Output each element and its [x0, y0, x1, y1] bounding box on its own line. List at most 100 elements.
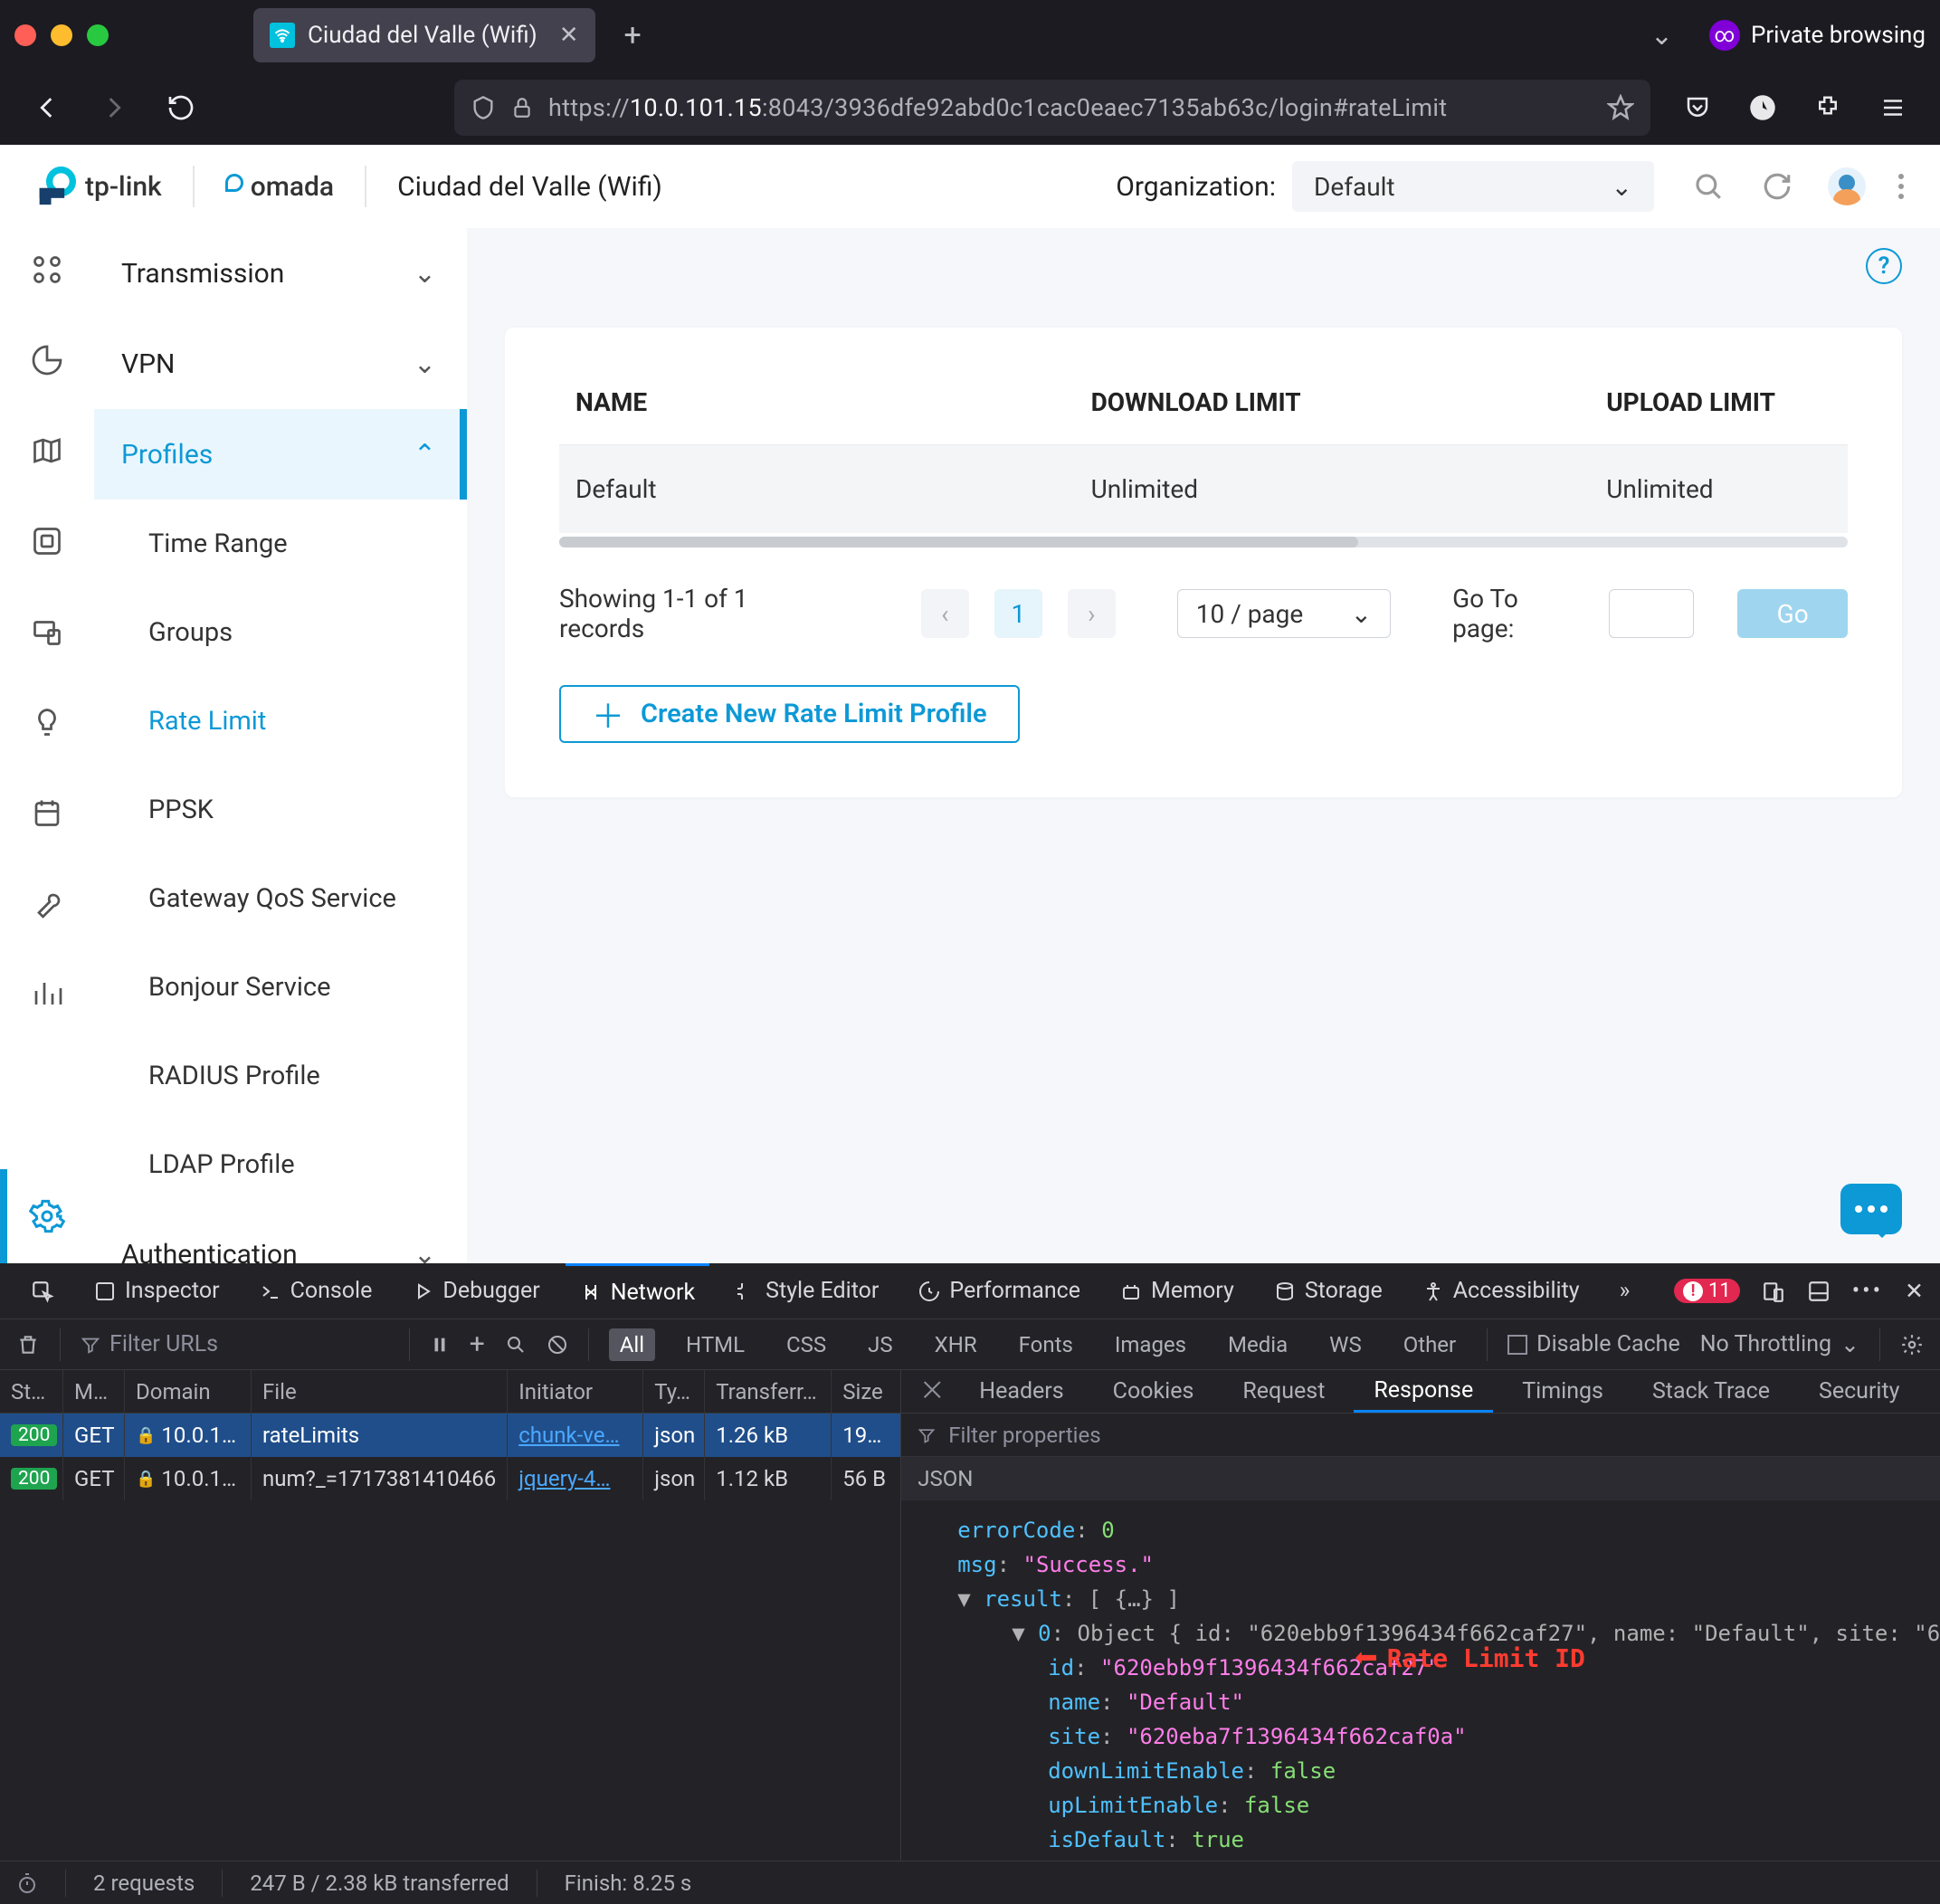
hamburger-menu-icon[interactable] — [1873, 88, 1913, 128]
response-tab-headers[interactable]: Headers — [959, 1370, 1083, 1413]
col-type[interactable]: Ty… — [643, 1370, 705, 1413]
col-file[interactable]: File — [252, 1370, 508, 1413]
clients-rail-icon[interactable] — [25, 610, 69, 653]
window-controls[interactable] — [14, 24, 109, 46]
logs-rail-icon[interactable] — [25, 791, 69, 834]
bookmark-icon[interactable] — [1607, 94, 1634, 121]
sidebar-sub-radius[interactable]: RADIUS Profile — [94, 1032, 467, 1120]
devices-rail-icon[interactable] — [25, 519, 69, 563]
devtools-tab-debugger[interactable]: Debugger — [397, 1263, 554, 1319]
devtools-tab-accessibility[interactable]: Accessibility — [1408, 1263, 1594, 1319]
trash-icon[interactable] — [16, 1333, 40, 1357]
dashboard-rail-icon[interactable] — [25, 248, 69, 291]
filter-properties-input[interactable]: Filter properties — [901, 1414, 1940, 1457]
filter-html[interactable]: HTML — [675, 1328, 756, 1361]
create-rate-limit-button[interactable]: ＋ Create New Rate Limit Profile — [559, 685, 1020, 743]
filter-urls-input[interactable]: Filter URLs — [81, 1331, 218, 1357]
back-button[interactable] — [27, 88, 67, 128]
filter-images[interactable]: Images — [1104, 1328, 1197, 1361]
filter-css[interactable]: CSS — [775, 1328, 837, 1361]
account-icon[interactable] — [1743, 88, 1783, 128]
statistics-rail-icon[interactable] — [25, 338, 69, 382]
per-page-select[interactable]: 10 / page ⌄ — [1177, 589, 1391, 638]
sidebar-sub-gateway-qos[interactable]: Gateway QoS Service — [94, 854, 467, 943]
dock-mode-icon[interactable] — [1807, 1280, 1831, 1303]
filter-media[interactable]: Media — [1217, 1328, 1298, 1361]
map-rail-icon[interactable] — [25, 429, 69, 472]
devtools-tab-inspector[interactable]: Inspector — [80, 1263, 234, 1319]
sidebar-sub-rate-limit[interactable]: Rate Limit — [94, 677, 467, 766]
insight-rail-icon[interactable] — [25, 700, 69, 744]
close-panel-icon[interactable]: ⨉ — [923, 1378, 941, 1404]
responsive-mode-icon[interactable] — [1762, 1280, 1785, 1303]
sidebar-sub-bonjour[interactable]: Bonjour Service — [94, 943, 467, 1032]
col-domain[interactable]: Domain — [125, 1370, 252, 1413]
error-count-badge[interactable]: 11 — [1674, 1279, 1740, 1303]
address-bar[interactable]: https://10.0.101.15:8043/3936dfe92abd0c1… — [454, 80, 1650, 136]
extensions-icon[interactable] — [1808, 88, 1848, 128]
close-tab-icon[interactable]: ✕ — [559, 22, 579, 49]
col-initiator[interactable]: Initiator — [508, 1370, 643, 1413]
filter-ws[interactable]: WS — [1318, 1328, 1373, 1361]
filter-other[interactable]: Other — [1393, 1328, 1467, 1361]
close-window[interactable] — [14, 24, 36, 46]
next-page-button[interactable]: › — [1068, 589, 1116, 638]
devtools-overflow-icon[interactable]: » — [1605, 1263, 1645, 1319]
pause-icon[interactable] — [430, 1335, 450, 1355]
new-tab-button[interactable]: + — [610, 10, 656, 61]
goto-page-input[interactable] — [1609, 589, 1694, 638]
sidebar-sub-ldap[interactable]: LDAP Profile — [94, 1120, 467, 1209]
browser-tab[interactable]: Ciudad del Valle (Wifi) ✕ — [253, 8, 595, 62]
prev-page-button[interactable]: ‹ — [921, 589, 969, 638]
table-row[interactable]: Default Unlimited Unlimited — [559, 445, 1848, 534]
response-tab-cookies[interactable]: Cookies — [1093, 1370, 1214, 1413]
response-tab-stack[interactable]: Stack Trace — [1632, 1370, 1790, 1413]
go-button[interactable]: Go — [1737, 589, 1848, 638]
minimize-window[interactable] — [51, 24, 72, 46]
disable-cache-checkbox[interactable]: Disable Cache — [1507, 1331, 1680, 1357]
devtools-tab-console[interactable]: Console — [245, 1263, 387, 1319]
kebab-menu-icon[interactable] — [1898, 174, 1904, 199]
devtools-tab-performance[interactable]: Performance — [904, 1263, 1095, 1319]
col-transferred[interactable]: Transferr… — [705, 1370, 832, 1413]
sidebar-item-vpn[interactable]: VPN ⌄ — [94, 319, 467, 409]
search-icon[interactable] — [1690, 168, 1726, 205]
col-status[interactable]: St… — [0, 1370, 63, 1413]
pocket-icon[interactable] — [1678, 88, 1717, 128]
response-tab-request[interactable]: Request — [1222, 1370, 1345, 1413]
devtools-settings-icon[interactable] — [1900, 1333, 1924, 1357]
sidebar-sub-time-range[interactable]: Time Range — [94, 500, 467, 588]
response-tab-security[interactable]: Security — [1799, 1370, 1920, 1413]
filter-all[interactable]: All — [609, 1328, 655, 1361]
filter-fonts[interactable]: Fonts — [1008, 1328, 1084, 1361]
devtools-close-icon[interactable]: ✕ — [1905, 1278, 1924, 1305]
sidebar-item-profiles[interactable]: Profiles ⌃ — [94, 409, 467, 500]
forward-button[interactable] — [94, 88, 134, 128]
reload-button[interactable] — [161, 88, 201, 128]
inspector-picker-icon[interactable] — [16, 1263, 69, 1319]
filter-xhr[interactable]: XHR — [924, 1328, 988, 1361]
devtools-tab-storage[interactable]: Storage — [1260, 1263, 1397, 1319]
devtools-tab-memory[interactable]: Memory — [1106, 1263, 1249, 1319]
tabs-dropdown-icon[interactable]: ⌄ — [1650, 20, 1673, 52]
sidebar-item-transmission[interactable]: Transmission ⌄ — [94, 228, 467, 319]
devtools-tab-network[interactable]: Network — [566, 1263, 709, 1319]
page-number-button[interactable]: 1 — [994, 589, 1042, 638]
avatar[interactable] — [1828, 167, 1866, 205]
col-size[interactable]: Size — [832, 1370, 900, 1413]
network-row[interactable]: 200 GET 🔒10.0.1… rateLimits chunk-ve… js… — [0, 1414, 900, 1457]
col-method[interactable]: M… — [63, 1370, 125, 1413]
add-request-icon[interactable]: + — [470, 1328, 485, 1360]
stopwatch-icon[interactable] — [16, 1872, 38, 1894]
search-icon[interactable] — [505, 1334, 527, 1356]
refresh-icon[interactable] — [1759, 168, 1795, 205]
help-icon[interactable]: ? — [1866, 248, 1902, 284]
block-icon[interactable] — [547, 1334, 568, 1356]
chat-button[interactable] — [1840, 1184, 1902, 1234]
filter-js[interactable]: JS — [857, 1328, 904, 1361]
network-row[interactable]: 200 GET 🔒10.0.1… num?_=1717381410466 jqu… — [0, 1457, 900, 1500]
json-response-body[interactable]: errorCode: 0 msg: "Success." ▼ result: [… — [901, 1500, 1940, 1861]
response-tab-response[interactable]: Response — [1354, 1370, 1493, 1413]
sidebar-sub-groups[interactable]: Groups — [94, 588, 467, 677]
sidebar-sub-ppsk[interactable]: PPSK — [94, 766, 467, 854]
